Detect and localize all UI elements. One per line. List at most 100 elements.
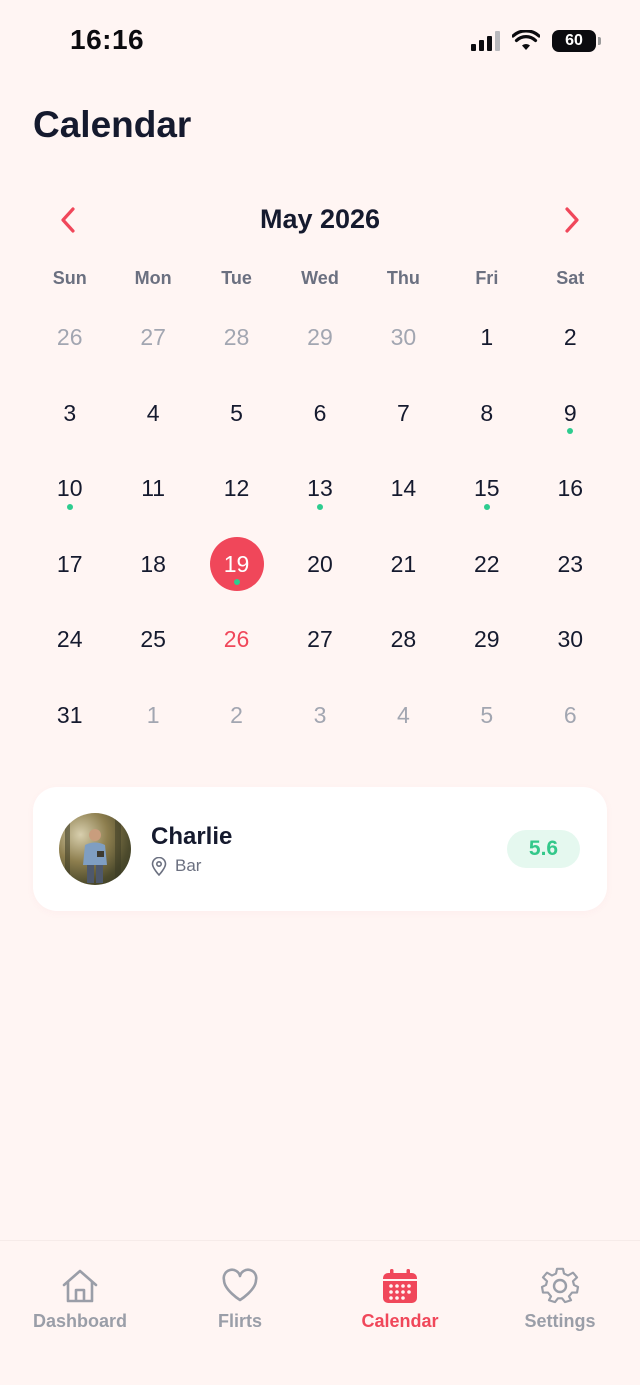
day-number: 26 <box>56 324 83 351</box>
calendar-day[interactable]: 7 <box>362 376 445 452</box>
tab-label: Calendar <box>361 1311 439 1331</box>
calendar-day[interactable]: 2 <box>529 300 612 376</box>
calendar-day-today[interactable]: 26 <box>195 602 278 678</box>
weekday-label: Sat <box>556 268 585 288</box>
calendar-day[interactable]: 2 <box>195 678 278 754</box>
calendar-week-row: 3 4 5 6 7 8 9 <box>28 376 612 452</box>
day-number: 28 <box>223 324 250 351</box>
day-number: 29 <box>307 324 333 351</box>
calendar-day[interactable]: 30 <box>529 602 612 678</box>
calendar-screen: 16:16 60 Calendar May 2026 Sun Mon Tue W… <box>0 0 640 1385</box>
calendar-week-row: 24 25 26 27 28 29 30 <box>28 602 612 678</box>
calendar-day[interactable]: 28 <box>362 602 445 678</box>
battery-indicator: 60 <box>552 30 601 52</box>
calendar-day[interactable]: 9 <box>529 376 612 452</box>
calendar-day[interactable]: 6 <box>278 376 361 452</box>
calendar-day[interactable]: 10 <box>28 451 111 527</box>
day-number: 4 <box>397 701 410 728</box>
event-location: Bar <box>151 856 201 876</box>
calendar-week-row: 17 18 19 20 21 22 23 <box>28 527 612 603</box>
calendar-day[interactable]: 24 <box>28 602 111 678</box>
calendar-day[interactable]: 20 <box>278 527 361 603</box>
calendar-day[interactable]: 27 <box>278 602 361 678</box>
calendar-day[interactable]: 16 <box>529 451 612 527</box>
battery-level: 60 <box>565 32 583 49</box>
event-dot-indicator <box>233 579 240 585</box>
calendar-day[interactable]: 3 <box>28 376 111 452</box>
calendar-day[interactable]: 3 <box>278 678 361 754</box>
calendar-day[interactable]: 26 <box>28 300 111 376</box>
cellular-signal-icon <box>471 31 500 51</box>
calendar-day[interactable]: 29 <box>445 602 528 678</box>
day-number: 17 <box>56 550 83 577</box>
day-number: 11 <box>141 475 166 502</box>
day-number: 4 <box>146 399 160 426</box>
calendar-day[interactable]: 22 <box>445 527 528 603</box>
tab-label: Flirts <box>217 1311 262 1331</box>
calendar-day[interactable]: 12 <box>195 451 278 527</box>
day-number: 15 <box>474 475 500 502</box>
event-dot-indicator <box>66 503 73 510</box>
calendar-day[interactable]: 4 <box>362 678 445 754</box>
gear-icon <box>540 1267 580 1304</box>
calendar-day[interactable]: 6 <box>529 678 612 754</box>
day-number: 12 <box>223 475 250 502</box>
day-number: 1 <box>146 701 160 728</box>
next-month-button[interactable] <box>552 200 592 240</box>
calendar-day-selected[interactable]: 19 <box>195 527 278 603</box>
calendar-day[interactable]: 28 <box>195 300 278 376</box>
calendar-day[interactable]: 5 <box>195 376 278 452</box>
calendar-day[interactable]: 25 <box>111 602 194 678</box>
calendar-day[interactable]: 13 <box>278 451 361 527</box>
tab-settings[interactable]: Settings <box>480 1267 640 1332</box>
calendar-day[interactable]: 23 <box>529 527 612 603</box>
calendar-day[interactable]: 14 <box>362 451 445 527</box>
person-photo <box>65 813 121 885</box>
tab-label: Settings <box>524 1311 596 1331</box>
calendar-day[interactable]: 8 <box>445 376 528 452</box>
calendar-day[interactable]: 11 <box>111 451 194 527</box>
day-number: 8 <box>480 399 494 426</box>
tab-flirts[interactable]: Flirts <box>160 1267 320 1332</box>
day-number: 30 <box>557 626 584 653</box>
heart-icon <box>222 1268 258 1302</box>
day-number: 5 <box>480 701 494 728</box>
day-number: 25 <box>140 626 166 653</box>
day-number: 3 <box>63 399 77 426</box>
weekday-label: Fri <box>475 268 499 288</box>
calendar-day[interactable]: 27 <box>111 300 194 376</box>
day-number: 3 <box>313 701 327 728</box>
calendar-day[interactable]: 31 <box>28 678 111 754</box>
calendar-day[interactable]: 5 <box>445 678 528 754</box>
day-number: 19 <box>223 550 250 577</box>
calendar-day[interactable]: 21 <box>362 527 445 603</box>
avatar <box>59 813 131 885</box>
event-card[interactable]: Charlie Bar 5.6 <box>33 787 607 911</box>
day-number: 21 <box>390 550 417 577</box>
day-number: 7 <box>397 399 410 426</box>
day-number: 18 <box>140 550 166 577</box>
weekday-label: Sun <box>52 268 87 288</box>
calendar-day[interactable]: 29 <box>278 300 361 376</box>
calendar-day[interactable]: 18 <box>111 527 194 603</box>
score-badge: 5.6 <box>507 830 580 868</box>
bottom-tab-bar: Dashboard Flirts Calendar Settings <box>0 1240 640 1385</box>
calendar-day[interactable]: 30 <box>362 300 445 376</box>
calendar-day[interactable]: 4 <box>111 376 194 452</box>
event-dot-indicator <box>316 503 323 510</box>
calendar-week-row: 31 1 2 3 4 5 6 <box>28 678 612 754</box>
wifi-icon <box>512 30 540 50</box>
status-icons: 60 <box>471 30 601 52</box>
calendar-day[interactable]: 1 <box>445 300 528 376</box>
event-dot-indicator <box>483 503 490 510</box>
tab-calendar[interactable]: Calendar <box>320 1267 480 1332</box>
status-time: 16:16 <box>70 24 145 55</box>
calendar-grid: 26 27 28 29 30 1 2 3 4 5 6 7 8 9 10 11 12 13 14 15 16 17 18 19 2… <box>28 300 612 753</box>
calendar-day[interactable]: 1 <box>111 678 194 754</box>
tab-dashboard[interactable]: Dashboard <box>0 1267 160 1332</box>
day-number: 6 <box>563 701 577 728</box>
calendar-day[interactable]: 15 <box>445 451 528 527</box>
calendar-week-row: 26 27 28 29 30 1 2 <box>28 300 612 376</box>
calendar-day[interactable]: 17 <box>28 527 111 603</box>
event-dot-indicator <box>567 428 574 434</box>
